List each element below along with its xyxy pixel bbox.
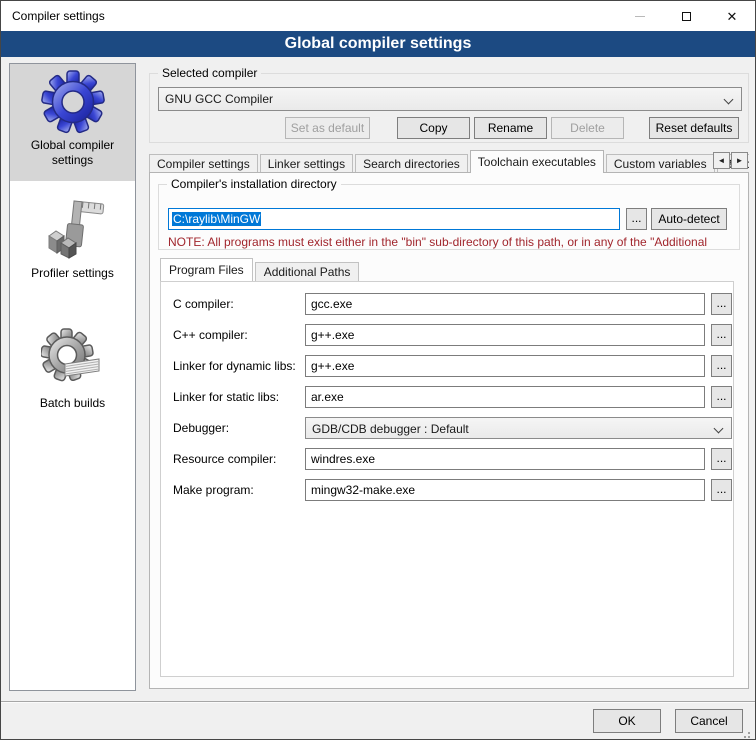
sidebar-item-label: Profiler settings [10, 266, 135, 281]
installation-directory-value: C:\raylib\MinGW [172, 212, 261, 226]
sidebar-item-profiler-settings[interactable]: Profiler settings [10, 192, 135, 292]
make-program-row: Make program: ... [161, 479, 733, 501]
gear-blue-icon [41, 70, 105, 134]
toolchain-executables-page: Compiler's installation directory C:\ray… [149, 172, 749, 689]
resource-compiler-row: Resource compiler: ... [161, 448, 733, 470]
resource-compiler-browse-button[interactable]: ... [711, 448, 732, 470]
cpp-compiler-label: C++ compiler: [173, 324, 303, 346]
main-tabstrip: Compiler settingsLinker settingsSearch d… [149, 150, 749, 173]
make-program-browse-button[interactable]: ... [711, 479, 732, 501]
dynamic-linker-browse-button[interactable]: ... [711, 355, 732, 377]
tab-scroll-right-button[interactable]: ► [731, 152, 748, 169]
settings-sidebar: Global compiler settings [9, 63, 136, 691]
close-button[interactable]: ✕ [709, 1, 755, 31]
installation-directory-group-label: Compiler's installation directory [167, 177, 341, 191]
selected-compiler-group-label: Selected compiler [158, 66, 261, 80]
cpp-compiler-browse-button[interactable]: ... [711, 324, 732, 346]
tab-additional-paths[interactable]: Additional Paths [255, 262, 360, 281]
debugger-label: Debugger: [173, 417, 303, 439]
dynamic-linker-row: Linker for dynamic libs: ... [161, 355, 733, 377]
profiler-icon [41, 198, 105, 262]
tab-toolchain-executables[interactable]: Toolchain executables [470, 150, 604, 173]
dialog-header-title: Global compiler settings [285, 35, 472, 52]
static-linker-browse-button[interactable]: ... [711, 386, 732, 408]
close-icon: ✕ [727, 10, 738, 23]
copy-button[interactable]: Copy [397, 117, 470, 139]
resource-compiler-input[interactable] [305, 448, 705, 470]
sidebar-item-label: Global compiler settings [10, 138, 135, 168]
program-tabstrip: Program FilesAdditional Paths [160, 258, 361, 281]
make-program-input[interactable] [305, 479, 705, 501]
cancel-button[interactable]: Cancel [675, 709, 743, 733]
resource-compiler-label: Resource compiler: [173, 448, 303, 470]
sidebar-item-global-compiler-settings[interactable]: Global compiler settings [10, 64, 135, 181]
caption-buttons: ✕ [617, 1, 755, 31]
arrow-right-icon: ► [736, 156, 744, 165]
sidebar-item-batch-builds[interactable]: Batch builds [10, 322, 135, 422]
debugger-select[interactable]: GDB/CDB debugger : Default [305, 417, 732, 439]
minimize-icon [635, 16, 645, 17]
auto-detect-button[interactable]: Auto-detect [651, 208, 727, 230]
maximize-icon [682, 12, 691, 21]
static-linker-row: Linker for static libs: ... [161, 386, 733, 408]
dynamic-linker-input[interactable] [305, 355, 705, 377]
installation-directory-input[interactable]: C:\raylib\MinGW [168, 208, 620, 230]
c-compiler-input[interactable] [305, 293, 705, 315]
debugger-row: Debugger: GDB/CDB debugger : Default [161, 417, 733, 439]
tab-program-files[interactable]: Program Files [160, 258, 253, 281]
tab-custom-variables[interactable]: Custom variables [606, 154, 715, 173]
c-compiler-browse-button[interactable]: ... [711, 293, 732, 315]
sidebar-item-label: Batch builds [10, 396, 135, 411]
tab-linker-settings[interactable]: Linker settings [260, 154, 353, 173]
ok-button[interactable]: OK [593, 709, 661, 733]
tab-search-directories[interactable]: Search directories [355, 154, 468, 173]
c-compiler-row: C compiler: ... [161, 293, 733, 315]
compiler-select[interactable]: GNU GCC Compiler [158, 87, 742, 111]
installation-directory-group: Compiler's installation directory C:\ray… [158, 184, 740, 250]
static-linker-label: Linker for static libs: [173, 386, 303, 408]
static-linker-input[interactable] [305, 386, 705, 408]
tab-scroll-buttons: ◄ ► [712, 152, 748, 169]
resize-grip[interactable] [748, 732, 750, 734]
debugger-select-value: GDB/CDB debugger : Default [312, 422, 469, 436]
window-title: Compiler settings [12, 9, 105, 23]
delete-button: Delete [551, 117, 624, 139]
reset-defaults-button[interactable]: Reset defaults [649, 117, 739, 139]
rename-button[interactable]: Rename [474, 117, 547, 139]
tab-scroll-left-button[interactable]: ◄ [713, 152, 730, 169]
set-as-default-button: Set as default [285, 117, 370, 139]
installation-directory-note: NOTE: All programs must exist either in … [168, 235, 734, 249]
cpp-compiler-input[interactable] [305, 324, 705, 346]
dialog-header: Global compiler settings [1, 31, 755, 57]
tab-compiler-settings[interactable]: Compiler settings [149, 154, 258, 173]
chevron-down-icon [714, 424, 724, 434]
selected-compiler-group: Selected compiler GNU GCC Compiler Set a… [149, 73, 749, 143]
cpp-compiler-row: C++ compiler: ... [161, 324, 733, 346]
make-program-label: Make program: [173, 479, 303, 501]
titlebar: Compiler settings ✕ [1, 1, 755, 31]
footer-separator [1, 701, 755, 703]
installation-directory-browse-button[interactable]: ... [626, 208, 647, 230]
compiler-settings-dialog: Compiler settings ✕ Global compiler sett… [0, 0, 756, 740]
arrow-left-icon: ◄ [718, 156, 726, 165]
program-files-page: C compiler: ... C++ compiler: ... Linker… [160, 281, 734, 677]
minimize-button [617, 1, 663, 31]
batch-builds-icon [41, 328, 105, 392]
maximize-button[interactable] [663, 1, 709, 31]
c-compiler-label: C compiler: [173, 293, 303, 315]
dynamic-linker-label: Linker for dynamic libs: [173, 355, 303, 377]
compiler-select-value: GNU GCC Compiler [165, 92, 273, 106]
chevron-down-icon [724, 95, 734, 105]
